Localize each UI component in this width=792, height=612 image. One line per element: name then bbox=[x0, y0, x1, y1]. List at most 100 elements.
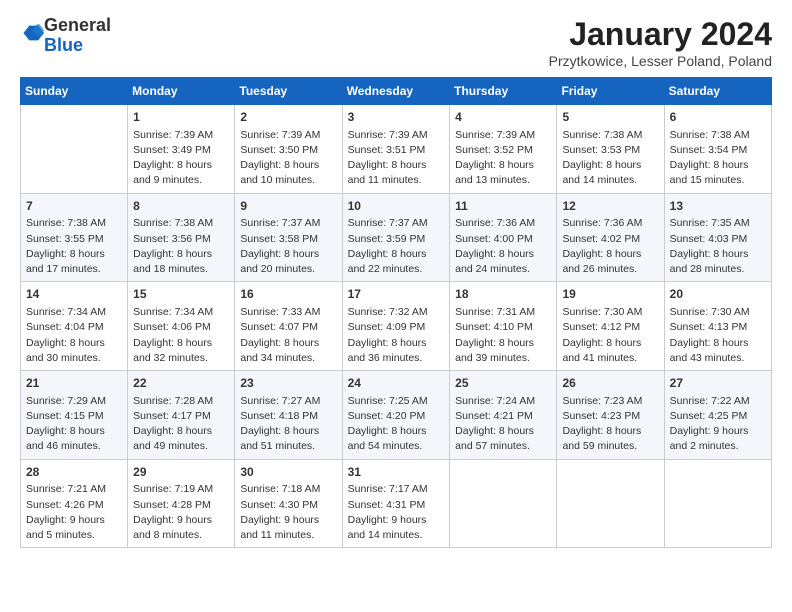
day-info: Sunrise: 7:21 AMSunset: 4:26 PMDaylight:… bbox=[26, 482, 122, 543]
day-info: Sunrise: 7:33 AMSunset: 4:07 PMDaylight:… bbox=[240, 305, 336, 366]
calendar-day-cell: 27 Sunrise: 7:22 AMSunset: 4:25 PMDayligh… bbox=[664, 371, 771, 460]
day-info: Sunrise: 7:19 AMSunset: 4:28 PMDaylight:… bbox=[133, 482, 229, 543]
calendar-week-row: 28Sunrise: 7:21 AMSunset: 4:26 PMDayligh… bbox=[21, 459, 772, 548]
calendar-day-cell: 16 Sunrise: 7:33 AMSunset: 4:07 PMDayligh… bbox=[235, 282, 342, 371]
day-info: Sunrise: 7:18 AMSunset: 4:30 PMDaylight:… bbox=[240, 482, 336, 543]
calendar-day-cell: 29Sunrise: 7:19 AMSunset: 4:28 PMDayligh… bbox=[128, 459, 235, 548]
title-block: January 2024 Przytkowice, Lesser Poland,… bbox=[549, 16, 772, 69]
calendar-day-cell bbox=[664, 459, 771, 548]
day-number: 9 bbox=[240, 198, 336, 215]
day-number: 8 bbox=[133, 198, 229, 215]
calendar-day-cell: 31Sunrise: 7:17 AMSunset: 4:31 PMDayligh… bbox=[342, 459, 450, 548]
calendar-day-cell: 5 Sunrise: 7:38 AMSunset: 3:53 PMDaylight… bbox=[557, 105, 664, 194]
calendar-day-cell: 25 Sunrise: 7:24 AMSunset: 4:21 PMDayligh… bbox=[450, 371, 557, 460]
day-number: 10 bbox=[348, 198, 445, 215]
weekday-header-cell: Sunday bbox=[21, 78, 128, 105]
calendar-day-cell: 24Sunrise: 7:25 AMSunset: 4:20 PMDayligh… bbox=[342, 371, 450, 460]
weekday-header-cell: Tuesday bbox=[235, 78, 342, 105]
day-number: 26 bbox=[562, 375, 658, 392]
day-number: 25 bbox=[455, 375, 551, 392]
day-info: Sunrise: 7:17 AMSunset: 4:31 PMDaylight:… bbox=[348, 482, 445, 543]
calendar-day-cell: 23 Sunrise: 7:27 AMSunset: 4:18 PMDayligh… bbox=[235, 371, 342, 460]
logo-icon bbox=[22, 22, 44, 44]
day-number: 20 bbox=[670, 286, 766, 303]
day-info: Sunrise: 7:36 AMSunset: 4:00 PMDaylight:… bbox=[455, 216, 551, 277]
calendar-day-cell: 8Sunrise: 7:38 AMSunset: 3:56 PMDaylight… bbox=[128, 193, 235, 282]
day-number: 23 bbox=[240, 375, 336, 392]
day-info: Sunrise: 7:22 AMSunset: 4:25 PMDaylight:… bbox=[670, 394, 766, 455]
calendar-day-cell: 26 Sunrise: 7:23 AMSunset: 4:23 PMDayligh… bbox=[557, 371, 664, 460]
logo-general-text: General bbox=[44, 15, 111, 35]
day-info: Sunrise: 7:38 AMSunset: 3:53 PMDaylight:… bbox=[562, 128, 658, 189]
day-number: 27 bbox=[670, 375, 766, 392]
day-number: 2 bbox=[240, 109, 336, 126]
day-number: 5 bbox=[562, 109, 658, 126]
calendar-table: SundayMondayTuesdayWednesdayThursdayFrid… bbox=[20, 77, 772, 548]
day-info: Sunrise: 7:37 AMSunset: 3:58 PMDaylight:… bbox=[240, 216, 336, 277]
day-number: 15 bbox=[133, 286, 229, 303]
day-info: Sunrise: 7:38 AMSunset: 3:55 PMDaylight:… bbox=[26, 216, 122, 277]
calendar-day-cell: 12Sunrise: 7:36 AMSunset: 4:02 PMDayligh… bbox=[557, 193, 664, 282]
day-info: Sunrise: 7:35 AMSunset: 4:03 PMDaylight:… bbox=[670, 216, 766, 277]
day-info: Sunrise: 7:39 AMSunset: 3:51 PMDaylight:… bbox=[348, 128, 445, 189]
weekday-header-row: SundayMondayTuesdayWednesdayThursdayFrid… bbox=[21, 78, 772, 105]
day-number: 28 bbox=[26, 464, 122, 481]
page-header: General Blue January 2024 Przytkowice, L… bbox=[20, 16, 772, 69]
calendar-day-cell bbox=[21, 105, 128, 194]
day-number: 13 bbox=[670, 198, 766, 215]
day-number: 14 bbox=[26, 286, 122, 303]
calendar-day-cell: 10Sunrise: 7:37 AMSunset: 3:59 PMDayligh… bbox=[342, 193, 450, 282]
day-info: Sunrise: 7:38 AMSunset: 3:56 PMDaylight:… bbox=[133, 216, 229, 277]
calendar-day-cell: 1 Sunrise: 7:39 AMSunset: 3:49 PMDaylight… bbox=[128, 105, 235, 194]
calendar-day-cell bbox=[557, 459, 664, 548]
day-number: 21 bbox=[26, 375, 122, 392]
day-number: 16 bbox=[240, 286, 336, 303]
day-info: Sunrise: 7:24 AMSunset: 4:21 PMDaylight:… bbox=[455, 394, 551, 455]
calendar-day-cell: 15 Sunrise: 7:34 AMSunset: 4:06 PMDayligh… bbox=[128, 282, 235, 371]
day-number: 4 bbox=[455, 109, 551, 126]
day-info: Sunrise: 7:28 AMSunset: 4:17 PMDaylight:… bbox=[133, 394, 229, 455]
day-info: Sunrise: 7:23 AMSunset: 4:23 PMDaylight:… bbox=[562, 394, 658, 455]
day-number: 29 bbox=[133, 464, 229, 481]
day-info: Sunrise: 7:31 AMSunset: 4:10 PMDaylight:… bbox=[455, 305, 551, 366]
day-info: Sunrise: 7:39 AMSunset: 3:52 PMDaylight:… bbox=[455, 128, 551, 189]
calendar-day-cell: 28Sunrise: 7:21 AMSunset: 4:26 PMDayligh… bbox=[21, 459, 128, 548]
month-title: January 2024 bbox=[549, 16, 772, 53]
day-info: Sunrise: 7:29 AMSunset: 4:15 PMDaylight:… bbox=[26, 394, 122, 455]
day-info: Sunrise: 7:36 AMSunset: 4:02 PMDaylight:… bbox=[562, 216, 658, 277]
calendar-day-cell bbox=[450, 459, 557, 548]
calendar-day-cell: 18Sunrise: 7:31 AMSunset: 4:10 PMDayligh… bbox=[450, 282, 557, 371]
weekday-header-cell: Wednesday bbox=[342, 78, 450, 105]
day-info: Sunrise: 7:34 AMSunset: 4:04 PMDaylight:… bbox=[26, 305, 122, 366]
day-number: 11 bbox=[455, 198, 551, 215]
calendar-day-cell: 21 Sunrise: 7:29 AMSunset: 4:15 PMDayligh… bbox=[21, 371, 128, 460]
calendar-body: 1 Sunrise: 7:39 AMSunset: 3:49 PMDaylight… bbox=[21, 105, 772, 548]
calendar-day-cell: 3 Sunrise: 7:39 AMSunset: 3:51 PMDaylight… bbox=[342, 105, 450, 194]
calendar-week-row: 1 Sunrise: 7:39 AMSunset: 3:49 PMDaylight… bbox=[21, 105, 772, 194]
calendar-day-cell: 14 Sunrise: 7:34 AMSunset: 4:04 PMDayligh… bbox=[21, 282, 128, 371]
day-number: 30 bbox=[240, 464, 336, 481]
calendar-day-cell: 30Sunrise: 7:18 AMSunset: 4:30 PMDayligh… bbox=[235, 459, 342, 548]
day-number: 3 bbox=[348, 109, 445, 126]
day-info: Sunrise: 7:30 AMSunset: 4:13 PMDaylight:… bbox=[670, 305, 766, 366]
calendar-day-cell: 11Sunrise: 7:36 AMSunset: 4:00 PMDayligh… bbox=[450, 193, 557, 282]
calendar-day-cell: 17Sunrise: 7:32 AMSunset: 4:09 PMDayligh… bbox=[342, 282, 450, 371]
day-number: 19 bbox=[562, 286, 658, 303]
calendar-week-row: 14 Sunrise: 7:34 AMSunset: 4:04 PMDayligh… bbox=[21, 282, 772, 371]
day-number: 31 bbox=[348, 464, 445, 481]
day-info: Sunrise: 7:34 AMSunset: 4:06 PMDaylight:… bbox=[133, 305, 229, 366]
calendar-day-cell: 7Sunrise: 7:38 AMSunset: 3:55 PMDaylight… bbox=[21, 193, 128, 282]
day-info: Sunrise: 7:38 AMSunset: 3:54 PMDaylight:… bbox=[670, 128, 766, 189]
day-number: 7 bbox=[26, 198, 122, 215]
day-number: 24 bbox=[348, 375, 445, 392]
calendar-day-cell: 2Sunrise: 7:39 AMSunset: 3:50 PMDaylight… bbox=[235, 105, 342, 194]
calendar-day-cell: 20 Sunrise: 7:30 AMSunset: 4:13 PMDayligh… bbox=[664, 282, 771, 371]
day-info: Sunrise: 7:39 AMSunset: 3:49 PMDaylight:… bbox=[133, 128, 229, 189]
day-number: 22 bbox=[133, 375, 229, 392]
day-info: Sunrise: 7:27 AMSunset: 4:18 PMDaylight:… bbox=[240, 394, 336, 455]
calendar-day-cell: 9Sunrise: 7:37 AMSunset: 3:58 PMDaylight… bbox=[235, 193, 342, 282]
day-info: Sunrise: 7:30 AMSunset: 4:12 PMDaylight:… bbox=[562, 305, 658, 366]
day-number: 1 bbox=[133, 109, 229, 126]
calendar-day-cell: 22 Sunrise: 7:28 AMSunset: 4:17 PMDayligh… bbox=[128, 371, 235, 460]
calendar-day-cell: 13Sunrise: 7:35 AMSunset: 4:03 PMDayligh… bbox=[664, 193, 771, 282]
